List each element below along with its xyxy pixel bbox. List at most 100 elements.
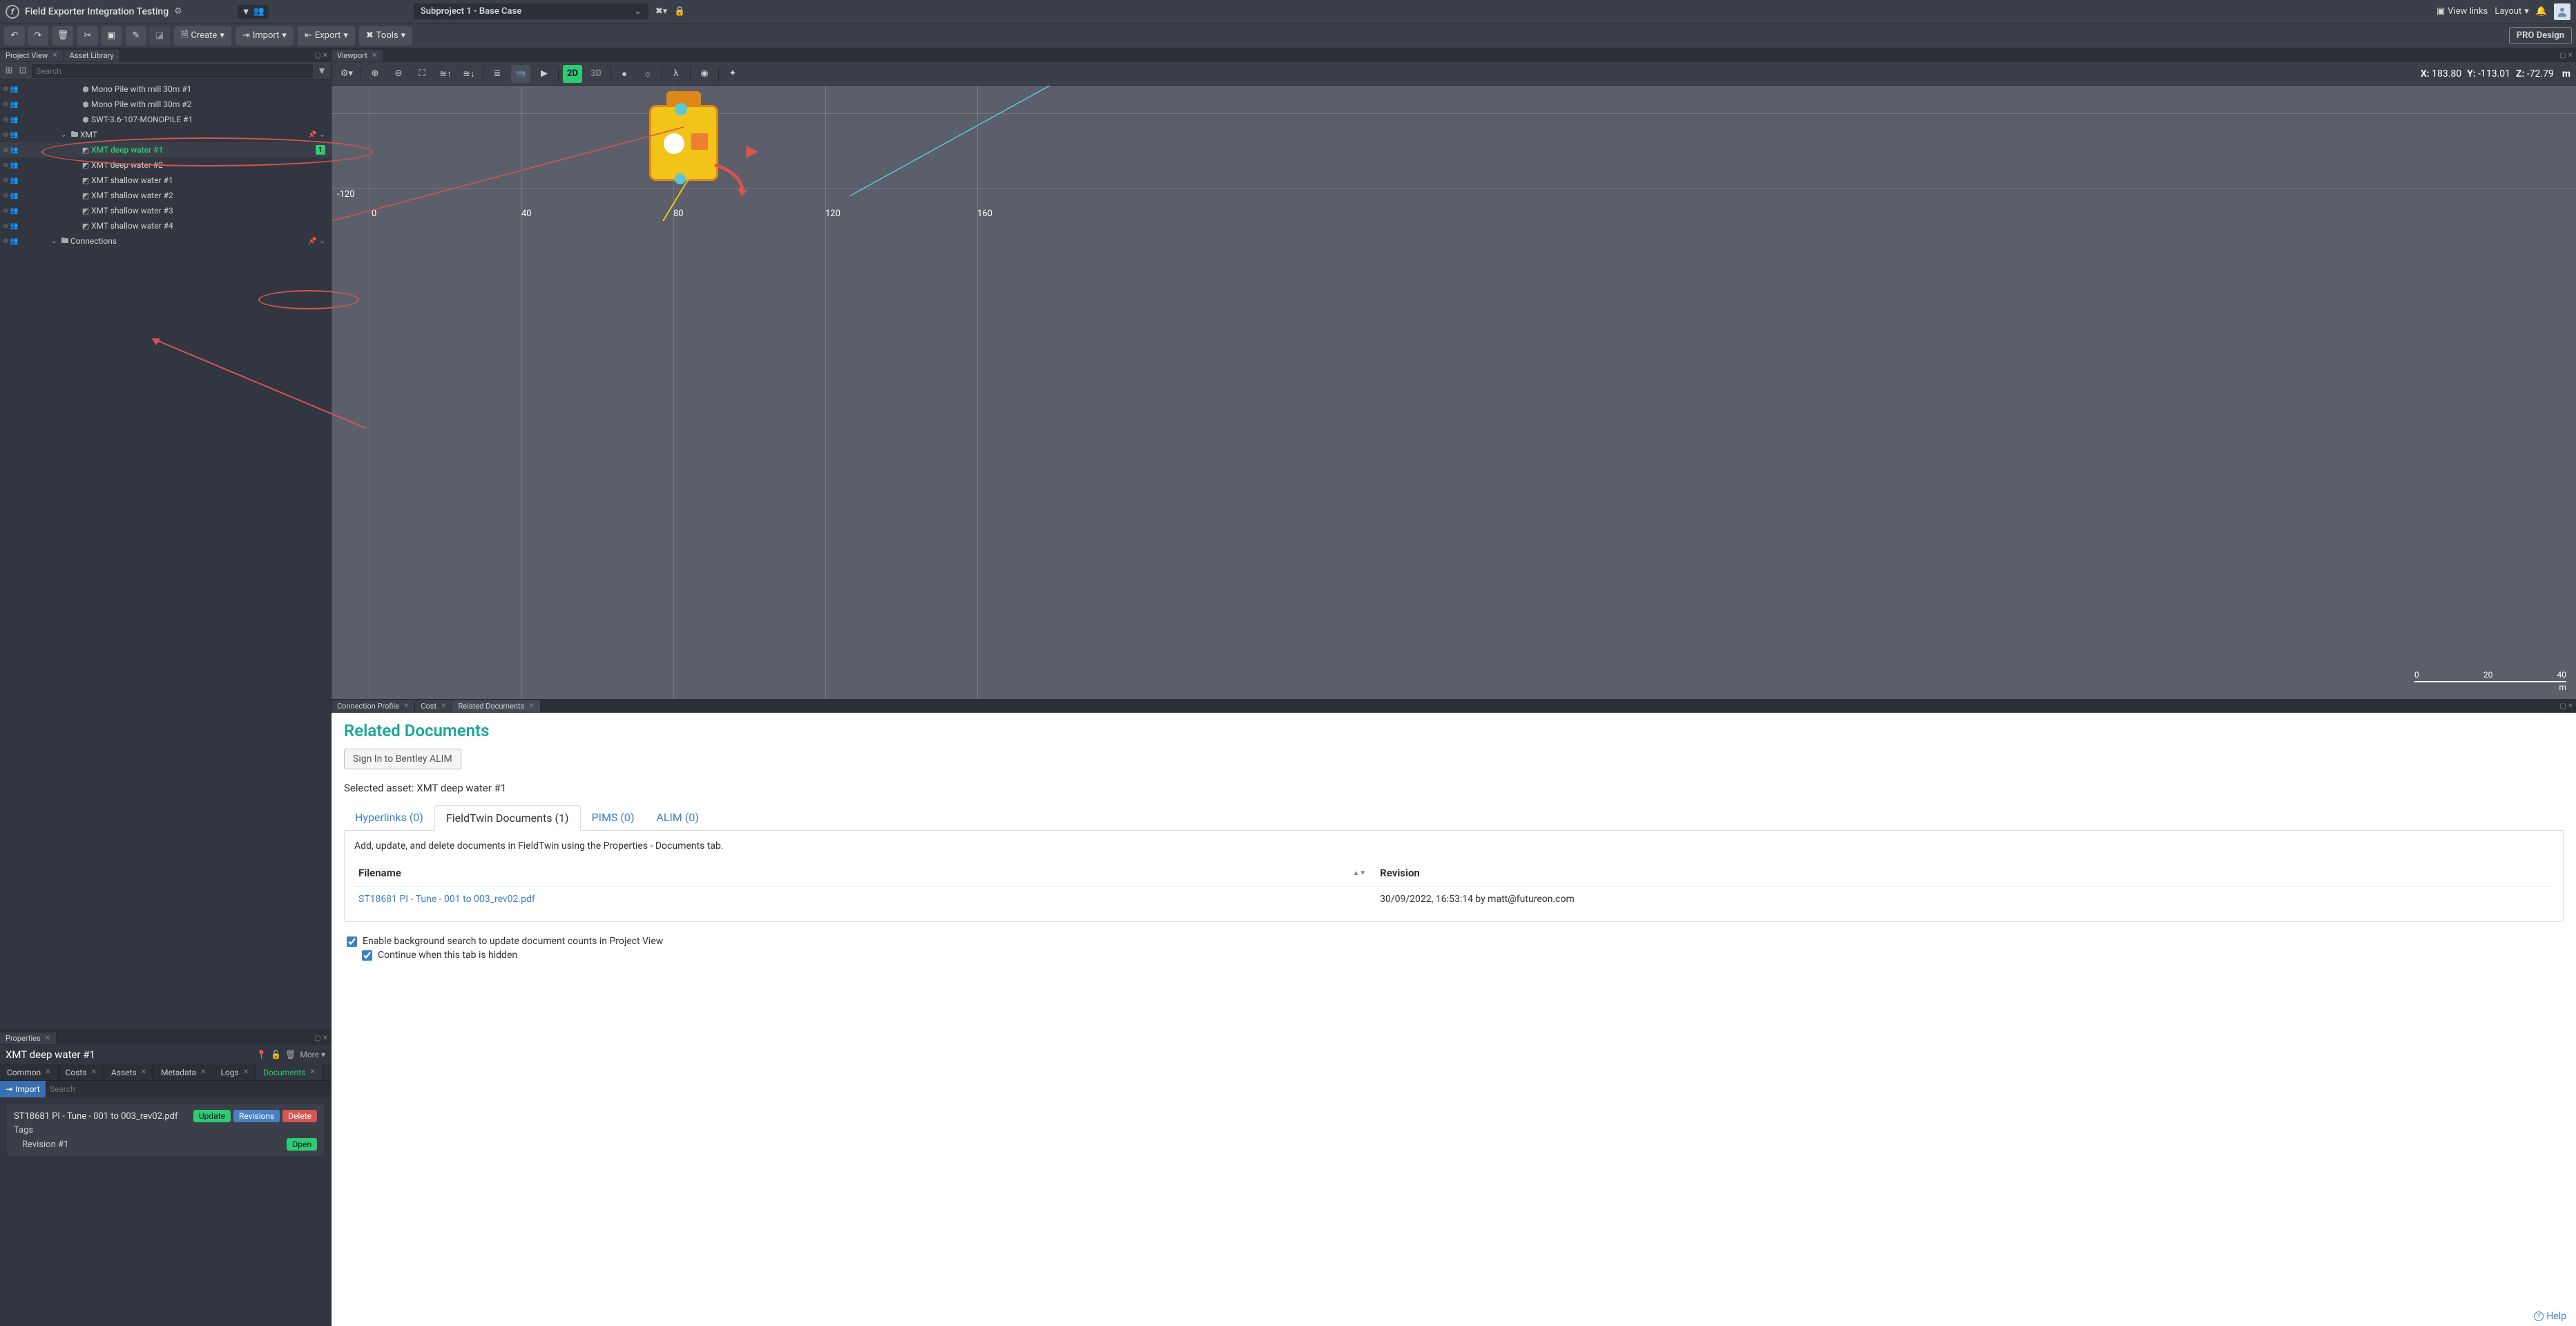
pin-icon[interactable]: 📌 <box>308 131 316 139</box>
more-dropdown[interactable]: More ▾ <box>300 1050 325 1059</box>
cut-button[interactable]: ✂ <box>77 26 98 46</box>
fit-screen-icon[interactable]: ⛶ <box>412 65 432 83</box>
tab-cost[interactable]: Cost ✕ <box>415 700 452 712</box>
tree-item[interactable]: ⊕👥◩XMT shallow water #3 <box>0 203 331 218</box>
chevron-down-icon[interactable]: ⌄ <box>320 238 325 245</box>
user-avatar[interactable] <box>2554 3 2570 20</box>
pencil-button[interactable]: ✎ <box>126 26 146 46</box>
close-icon[interactable]: ✕ <box>441 702 446 710</box>
mode-3d-button[interactable]: 3D <box>586 65 606 83</box>
close-panel-icon[interactable]: ✕ <box>323 52 328 59</box>
view-links-button[interactable]: ▣ View links <box>2436 6 2488 17</box>
layers-icon[interactable]: ≣ <box>488 65 507 83</box>
close-icon[interactable]: ✕ <box>243 1068 249 1076</box>
prop-tab-logs[interactable]: Logs✕ <box>213 1064 256 1080</box>
play-icon[interactable]: ▶ <box>535 65 554 83</box>
redo-button[interactable]: ↷ <box>28 26 48 46</box>
unlock-icon[interactable]: 🔓 <box>271 1050 281 1059</box>
close-icon[interactable]: ✕ <box>200 1068 206 1076</box>
close-panel-icon[interactable]: ✕ <box>2568 702 2573 710</box>
tree-item[interactable]: ⊕👥◩XMT deep water #11 <box>0 142 331 157</box>
revisions-button[interactable]: Revisions <box>233 1110 280 1122</box>
checkbox-continue-hidden[interactable]: Continue when this tab is hidden <box>347 950 2561 961</box>
chevron-down-icon[interactable]: ⌄ <box>51 238 59 245</box>
open-button[interactable]: Open <box>287 1138 317 1151</box>
tab-related-documents[interactable]: Related Documents ✕ <box>452 700 540 712</box>
export-dropdown[interactable]: ⇤ Export ▾ <box>298 26 355 46</box>
checkbox-input[interactable] <box>362 950 372 961</box>
tree-collapse-icon[interactable]: ⊞ <box>3 65 15 77</box>
tree-item[interactable]: ⊕👥◩XMT shallow water #1 <box>0 173 331 188</box>
subproject-selector[interactable]: Subproject 1 - Base Case ⌄ <box>414 3 648 19</box>
tab-fieldtwin-documents[interactable]: FieldTwin Documents (1) <box>434 805 581 831</box>
sun-icon[interactable]: ☼ <box>638 65 657 83</box>
layout-dropdown[interactable]: Layout ▾ <box>2495 6 2528 17</box>
gear-icon[interactable]: ⚙ <box>174 6 182 17</box>
tab-pims[interactable]: PIMS (0) <box>581 805 646 830</box>
wrench-dropdown-icon[interactable]: ✖▾ <box>655 6 667 17</box>
delete-button[interactable]: 🗑 <box>52 26 73 46</box>
tab-alim[interactable]: ALIM (0) <box>645 805 709 830</box>
prop-tab-documents[interactable]: Documents✕ <box>256 1064 323 1080</box>
tab-hyperlinks[interactable]: Hyperlinks (0) <box>344 805 434 830</box>
column-revision[interactable]: Revision <box>1366 867 2549 879</box>
tab-connection-profile[interactable]: Connection Profile ✕ <box>331 700 415 712</box>
close-icon[interactable]: ✕ <box>45 1035 50 1042</box>
zoom-out-icon[interactable]: ⊖ <box>389 65 408 83</box>
chevron-down-icon[interactable]: ⌄ <box>320 131 325 139</box>
tab-asset-library[interactable]: Asset Library <box>64 50 120 61</box>
viewport-canvas[interactable]: -120 0 40 80 120 160 ▶ <box>331 86 2576 699</box>
tree-item[interactable]: ⊕👥◩XMT shallow water #2 <box>0 188 331 203</box>
checkbox-background-search[interactable]: Enable background search to update docum… <box>347 936 2561 947</box>
close-icon[interactable]: ✕ <box>403 702 409 710</box>
circle-icon[interactable]: ● <box>615 65 634 83</box>
prop-tab-costs[interactable]: Costs✕ <box>59 1064 104 1080</box>
tree-item[interactable]: ⊕👥◩XMT deep water #2 <box>0 157 331 173</box>
close-panel-icon[interactable]: ✕ <box>2568 52 2573 59</box>
tree-item[interactable]: ⊕👥⌄🖿Connections📌⌄ <box>0 233 331 249</box>
tree-item[interactable]: ⊕👥⬢Mono Pile with mill 30m #2 <box>0 97 331 112</box>
prop-tab-metadata[interactable]: Metadata✕ <box>154 1064 213 1080</box>
import-dropdown[interactable]: ⇥ Import ▾ <box>236 26 294 46</box>
prop-tab-common[interactable]: Common✕ <box>0 1064 59 1080</box>
pin-icon[interactable]: 📍 <box>256 1050 267 1059</box>
close-icon[interactable]: ✕ <box>141 1068 146 1076</box>
documents-search-input[interactable] <box>46 1081 331 1097</box>
delete-icon[interactable]: 🗑 <box>285 1050 296 1059</box>
create-dropdown[interactable]: 🗎 Create ▾ <box>174 26 231 46</box>
settings-gear-icon[interactable]: ⚙▾ <box>337 65 356 83</box>
undo-button[interactable]: ↶ <box>4 26 25 46</box>
maximize-icon[interactable]: ▢ <box>314 1035 320 1042</box>
update-button[interactable]: Update <box>193 1110 231 1122</box>
bell-icon[interactable]: 🔔 <box>2536 6 2547 17</box>
tab-viewport[interactable]: Viewport ✕ <box>331 50 383 61</box>
sort-icon[interactable]: ▲▼ <box>1352 869 1366 877</box>
column-filename[interactable]: Filename <box>358 867 401 879</box>
tab-project-view[interactable]: Project View ✕ <box>0 50 64 61</box>
delete-doc-button[interactable]: Delete <box>282 1110 317 1122</box>
tree-item[interactable]: ⊕👥◩XMT shallow water #4 <box>0 218 331 233</box>
lock-icon[interactable]: 🔒 <box>674 6 685 17</box>
tree-item[interactable]: ⊕👥⬢SWT-3.6-107-MONOPILE #1 <box>0 112 331 127</box>
mode-2d-button[interactable]: 2D <box>563 65 582 83</box>
close-icon[interactable]: ✕ <box>528 702 534 710</box>
group-button[interactable]: ▣ <box>101 26 122 46</box>
document-link[interactable]: ST18681 PI - Tune - 001 to 003_rev02.pdf <box>358 894 1366 905</box>
close-icon[interactable]: ✕ <box>309 1068 315 1076</box>
maximize-icon[interactable]: ▢ <box>2559 702 2566 710</box>
help-link[interactable]: ? Help <box>2534 1311 2566 1322</box>
filter-icon[interactable]: ▼ <box>313 65 331 77</box>
users-dropdown[interactable]: ▼ 👥 <box>238 5 269 19</box>
tree-item[interactable]: ⊕👥⌄🖿XMT📌⌄ <box>0 127 331 142</box>
camera-icon[interactable]: 📹 <box>511 65 530 83</box>
close-panel-icon[interactable]: ✕ <box>323 1035 328 1042</box>
checkbox-input[interactable] <box>347 936 357 947</box>
lambda-icon[interactable]: λ <box>666 65 686 83</box>
close-icon[interactable]: ✕ <box>372 52 377 59</box>
water-down-icon[interactable]: ≋↓ <box>459 65 479 83</box>
maximize-icon[interactable]: ▢ <box>2559 52 2566 59</box>
record-icon[interactable]: ◉ <box>695 65 714 83</box>
import-documents-button[interactable]: ⇥ Import <box>0 1081 46 1097</box>
close-icon[interactable]: ✕ <box>91 1068 97 1076</box>
eraser-button[interactable]: ◪ <box>149 26 170 46</box>
